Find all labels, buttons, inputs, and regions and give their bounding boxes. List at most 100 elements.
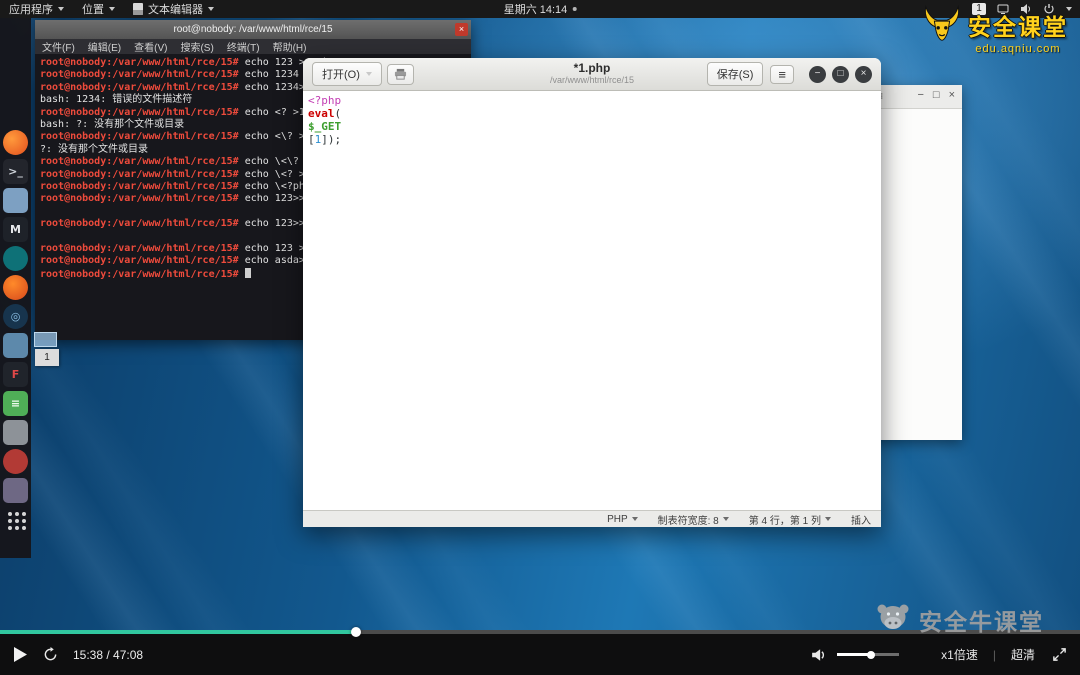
files-icon[interactable] — [3, 188, 28, 213]
maximize-icon[interactable]: □ — [832, 65, 849, 83]
watermark-text: 安全牛课堂 — [919, 608, 1044, 635]
brand-text: 安全课堂 edu.aqniu.com — [968, 2, 1068, 55]
document-title: *1.php — [573, 61, 611, 75]
close-icon[interactable]: × — [949, 89, 955, 101]
insert-mode-indicator: 插入 — [851, 512, 871, 527]
active-app-label: 文本编辑器 — [148, 4, 203, 16]
insert-mode-label: 插入 — [851, 515, 871, 527]
background-window-controls: − □ × — [917, 89, 955, 101]
app-red-icon[interactable] — [3, 449, 28, 474]
chevron-down-icon — [722, 517, 729, 521]
close-icon[interactable]: × — [455, 23, 468, 36]
brand-watermark: 安全课堂 edu.aqniu.com — [921, 2, 1068, 55]
brand-title: 安全课堂 — [968, 14, 1068, 40]
minimize-icon[interactable]: − — [917, 89, 923, 101]
editor-code[interactable]: <?php eval($_GET [1]); — [303, 91, 881, 510]
maximize-icon[interactable]: □ — [933, 89, 940, 101]
time-display: 15:38 / 47:08 — [73, 647, 144, 662]
open-button[interactable]: 打开(O) — [312, 62, 382, 86]
language-selector[interactable]: PHP — [607, 514, 638, 525]
terminal-icon[interactable]: >_ — [3, 159, 28, 184]
tab-width-selector[interactable]: 制表符宽度: 8 — [658, 512, 729, 527]
play-button[interactable] — [13, 646, 28, 663]
hamburger-menu-icon[interactable]: ≡ — [770, 64, 794, 84]
metasploit-icon[interactable]: M — [3, 217, 28, 242]
chevron-down-icon — [631, 517, 638, 521]
places-label: 位置 — [82, 4, 104, 16]
text-editor-icon[interactable]: ≡ — [3, 391, 28, 416]
cursor-position-selector[interactable]: 第 4 行，第 1 列 — [749, 512, 831, 527]
chevron-down-icon — [365, 72, 372, 76]
text-editor-window: 打开(O) *1.php /var/www/html/rce/15 保存(S) … — [303, 58, 881, 527]
active-app-menu[interactable]: 文本编辑器 — [124, 0, 223, 18]
volume-fill — [837, 653, 872, 656]
editor-title: *1.php /var/www/html/rce/15 — [550, 61, 634, 86]
playback-speed-button[interactable]: x1倍速 — [941, 646, 978, 663]
close-icon[interactable]: × — [855, 65, 872, 83]
printer-icon — [394, 68, 406, 80]
terminal-cursor — [244, 267, 251, 278]
terminal-title: root@nobody: /var/www/html/rce/15 — [173, 24, 333, 35]
desktop: 应用程序 位置 文本编辑器 星期六 14:14 1 安全课堂 edu.aqniu… — [0, 0, 1080, 675]
grid-dots-icon — [8, 512, 12, 516]
player-controls: 15:38 / 47:08 x1倍速 | 超清 — [0, 634, 1080, 675]
dock: >_ M ◎ F ≡ — [0, 18, 31, 558]
terminal-titlebar[interactable]: root@nobody: /var/www/html/rce/15 × — [35, 20, 471, 39]
print-button[interactable] — [386, 63, 414, 85]
editor-header-right: 保存(S) ≡ − □ × — [706, 62, 872, 86]
cow-logo-icon — [875, 602, 911, 637]
faraday-icon[interactable]: F — [3, 362, 28, 387]
zap-icon[interactable]: ◎ — [3, 304, 28, 329]
applications-label: 应用程序 — [9, 4, 53, 16]
top-bar: 应用程序 位置 文本编辑器 星期六 14:14 1 — [0, 0, 1080, 18]
mini-label: 1 — [35, 349, 59, 366]
applications-menu[interactable]: 应用程序 — [0, 0, 73, 18]
editor-statusbar: PHP 制表符宽度: 8 第 4 行，第 1 列 插入 — [303, 510, 881, 527]
menu-help[interactable]: 帮助(H) — [273, 39, 307, 54]
show-apps-icon[interactable] — [3, 507, 28, 532]
notification-dot-icon — [572, 7, 577, 11]
editor-headerbar: 打开(O) *1.php /var/www/html/rce/15 保存(S) … — [303, 58, 881, 91]
burpsuite-icon[interactable] — [3, 275, 28, 300]
volume-icon[interactable] — [811, 648, 827, 662]
save-button[interactable]: 保存(S) — [706, 62, 764, 86]
code-line: <?php — [308, 94, 342, 107]
bull-logo-icon — [921, 2, 963, 51]
terminal-menubar: 文件(F) 编辑(E) 查看(V) 搜索(S) 终端(T) 帮助(H) — [35, 39, 471, 54]
minimize-icon[interactable]: − — [809, 65, 826, 83]
chevron-down-icon — [58, 7, 64, 11]
menu-edit[interactable]: 编辑(E) — [88, 39, 121, 54]
code-line: $_GET — [308, 120, 342, 133]
places-menu[interactable]: 位置 — [73, 0, 124, 18]
divider: | — [992, 647, 996, 662]
armitage-icon[interactable] — [3, 246, 28, 271]
code-line: [1]); — [308, 133, 342, 146]
docs-icon[interactable] — [3, 478, 28, 503]
replay-icon[interactable] — [43, 647, 58, 662]
firefox-icon[interactable] — [3, 130, 28, 155]
menu-view[interactable]: 查看(V) — [134, 39, 167, 54]
chevron-down-icon — [825, 517, 831, 521]
clock[interactable]: 星期六 14:14 — [504, 0, 577, 18]
chevron-down-icon — [109, 7, 115, 11]
volume-slider[interactable] — [837, 650, 900, 659]
quality-button[interactable]: 超清 — [1011, 646, 1035, 663]
selection-box — [34, 332, 57, 347]
clock-label: 星期六 14:14 — [503, 4, 568, 16]
open-button-label: 打开(O) — [322, 69, 360, 81]
brand-site: edu.aqniu.com — [975, 43, 1061, 55]
cursor-position-label: 第 4 行，第 1 列 — [748, 515, 821, 527]
cherrytree-icon[interactable] — [3, 333, 28, 358]
volume-handle[interactable] — [867, 650, 876, 659]
video-watermark: 安全牛课堂 — [875, 602, 1044, 637]
app-gray-icon[interactable] — [3, 420, 28, 445]
text-editor-icon — [133, 3, 143, 15]
editor-window-controls: − □ × — [809, 65, 872, 83]
fullscreen-icon[interactable] — [1052, 647, 1067, 662]
code-line: eval( — [308, 107, 342, 120]
language-label: PHP — [607, 513, 628, 525]
menu-search[interactable]: 搜索(S) — [180, 39, 213, 54]
menu-file[interactable]: 文件(F) — [42, 39, 75, 54]
tab-width-label: 制表符宽度: 8 — [657, 515, 719, 527]
menu-terminal[interactable]: 终端(T) — [227, 39, 260, 54]
